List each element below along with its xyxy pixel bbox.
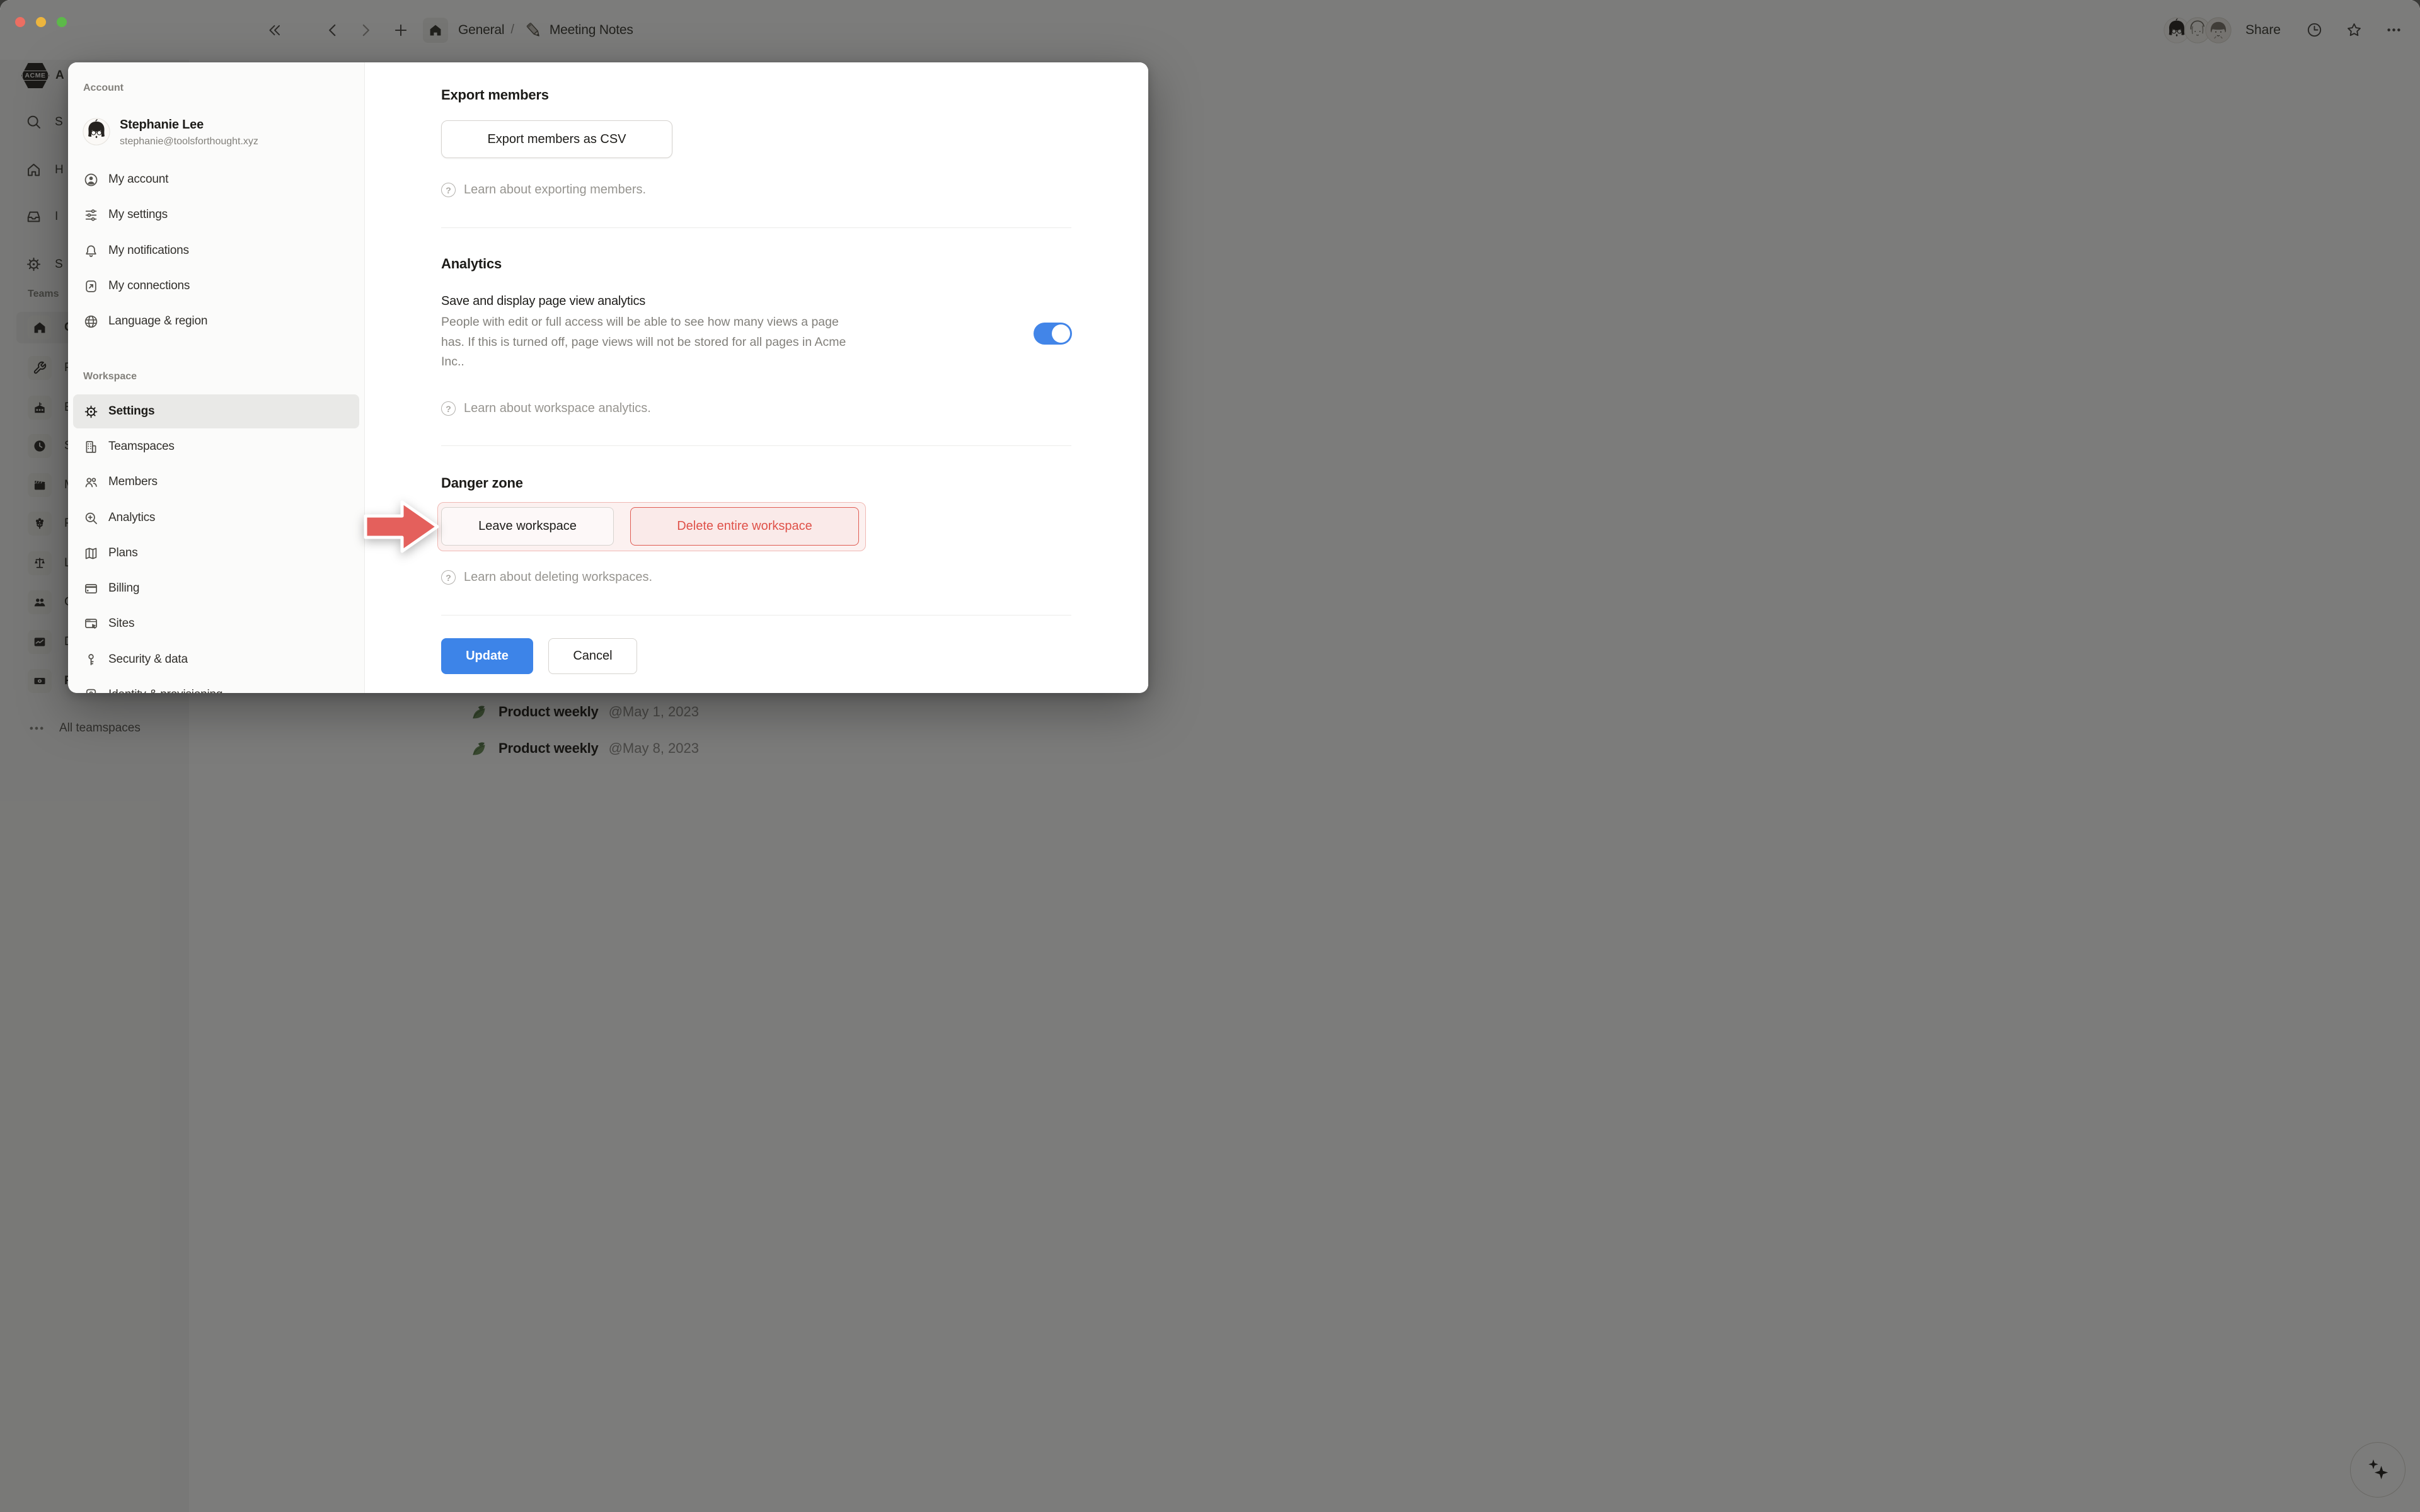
settings-nav-item-identity-provisioning[interactable]: Identity & provisioning — [73, 679, 359, 693]
settings-nav: Account Stephanie Lee stephanie@toolsfor… — [68, 62, 365, 693]
sliders-icon — [83, 207, 99, 223]
red-pointer-arrow — [363, 498, 440, 556]
settings-nav-item-my-connections[interactable]: My connections — [73, 270, 359, 302]
user-email: stephanie@toolsforthought.xyz — [120, 136, 258, 147]
export-members-csv-button[interactable]: Export members as CSV — [441, 120, 672, 158]
account-section-label: Account — [83, 83, 124, 94]
nav-item-label: My connections — [108, 279, 190, 293]
nav-item-label: Settings — [108, 404, 154, 418]
avatar — [83, 118, 110, 146]
workspace-section-label: Workspace — [83, 371, 137, 382]
account-user[interactable]: Stephanie Lee stephanie@toolsforthought.… — [83, 118, 258, 147]
delete-entire-workspace-button[interactable]: Delete entire workspace — [630, 507, 859, 546]
section-divider — [441, 227, 1071, 228]
nav-item-label: Plans — [108, 546, 138, 560]
nav-item-label: My notifications — [108, 244, 189, 258]
section-divider — [441, 615, 1071, 616]
bell-icon — [83, 243, 99, 259]
nav-item-label: Analytics — [108, 511, 155, 525]
help-circle-icon: ? — [441, 401, 456, 416]
gear-icon — [83, 404, 99, 420]
learn-deleting-workspaces-link[interactable]: ? Learn about deleting workspaces. — [441, 570, 652, 585]
toggle-knob — [1052, 324, 1070, 343]
settings-footer: Update Cancel — [441, 638, 637, 674]
nav-item-label: Identity & provisioning — [108, 688, 222, 693]
help-circle-icon: ? — [441, 570, 456, 585]
window-controls — [15, 17, 67, 27]
notion-window: General / Meeting Notes Share ACME A S — [0, 0, 2420, 1512]
user-name: Stephanie Lee — [120, 118, 258, 132]
nav-item-label: Language & region — [108, 314, 207, 328]
nav-item-label: My account — [108, 173, 168, 186]
nav-item-label: Members — [108, 475, 158, 489]
cancel-button[interactable]: Cancel — [548, 638, 637, 674]
settings-nav-item-plans[interactable]: Plans — [73, 537, 359, 570]
settings-nav-item-sites[interactable]: Sites — [73, 607, 359, 640]
settings-nav-item-teamspaces[interactable]: Teamspaces — [73, 430, 359, 463]
settings-nav-item-my-notifications[interactable]: My notifications — [73, 234, 359, 267]
learn-link-label: Learn about exporting members. — [464, 183, 646, 197]
person-circle-icon — [83, 172, 99, 188]
nav-item-label: Teamspaces — [108, 440, 175, 454]
browser-cursor-icon — [83, 616, 99, 632]
nav-item-label: Billing — [108, 581, 139, 595]
members-icon — [83, 474, 99, 490]
building-icon — [83, 439, 99, 455]
settings-nav-item-language-region[interactable]: Language & region — [73, 305, 359, 338]
learn-exporting-members-link[interactable]: ? Learn about exporting members. — [441, 183, 646, 197]
learn-link-label: Learn about deleting workspaces. — [464, 570, 652, 585]
map-icon — [83, 546, 99, 561]
update-button[interactable]: Update — [441, 638, 533, 674]
section-divider — [441, 445, 1071, 446]
leave-workspace-button[interactable]: Leave workspace — [441, 507, 614, 546]
settings-content: Export members Export members as CSV ? L… — [365, 62, 1148, 693]
globe-icon — [83, 314, 99, 329]
learn-link-label: Learn about workspace analytics. — [464, 401, 651, 416]
close-window-button[interactable] — [15, 17, 25, 27]
help-circle-icon: ? — [441, 183, 456, 197]
settings-nav-item-settings[interactable]: Settings — [73, 394, 359, 428]
minimize-window-button[interactable] — [36, 17, 46, 27]
analytics-heading: Analytics — [441, 256, 502, 272]
search-plus-icon — [83, 510, 99, 526]
danger-zone-heading: Danger zone — [441, 475, 523, 491]
arrow-up-right-square-icon — [83, 278, 99, 294]
id-badge-icon — [83, 687, 99, 694]
settings-nav-item-analytics[interactable]: Analytics — [73, 501, 359, 534]
settings-nav-item-my-settings[interactable]: My settings — [73, 198, 359, 231]
settings-nav-item-members[interactable]: Members — [73, 466, 359, 498]
settings-modal: Account Stephanie Lee stephanie@toolsfor… — [68, 62, 1148, 693]
zoom-window-button[interactable] — [57, 17, 67, 27]
nav-item-label: Security & data — [108, 653, 188, 667]
learn-workspace-analytics-link[interactable]: ? Learn about workspace analytics. — [441, 401, 651, 416]
credit-card-icon — [83, 581, 99, 597]
page-view-analytics-toggle[interactable] — [1034, 323, 1072, 345]
nav-item-label: Sites — [108, 617, 134, 631]
page-view-analytics-title: Save and display page view analytics — [441, 294, 645, 309]
settings-nav-item-security-data[interactable]: Security & data — [73, 643, 359, 676]
page-view-analytics-description: People with edit or full access will be … — [441, 312, 857, 372]
nav-item-label: My settings — [108, 208, 168, 222]
settings-nav-item-my-account[interactable]: My account — [73, 163, 359, 196]
key-icon — [83, 652, 99, 668]
export-members-heading: Export members — [441, 87, 549, 103]
settings-nav-item-billing[interactable]: Billing — [73, 572, 359, 605]
